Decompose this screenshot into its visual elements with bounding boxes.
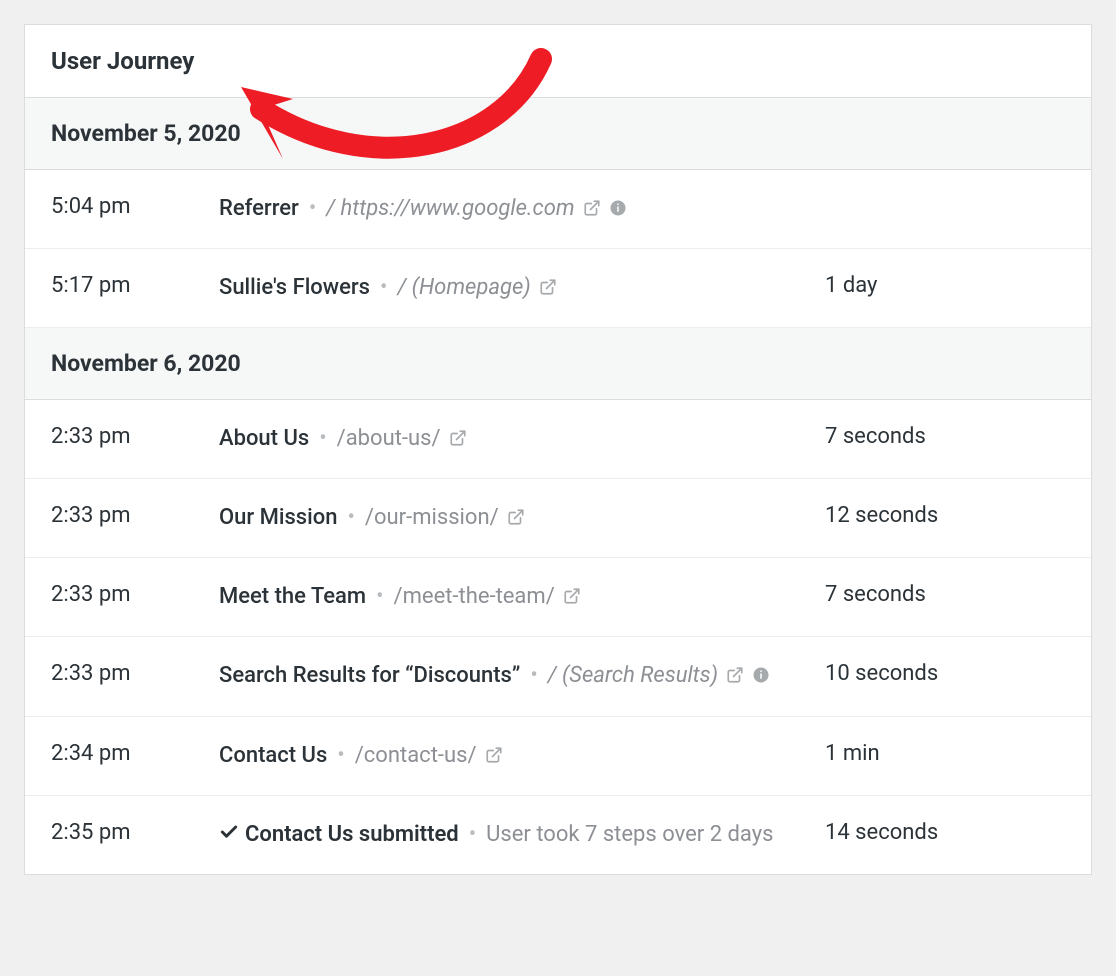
row-title: Search Results for “Discounts” <box>219 663 520 688</box>
row-duration: 14 seconds <box>825 818 1065 845</box>
row-main: Our Mission • /our-mission/ <box>219 501 825 535</box>
journey-row: 2:33 pmMeet the Team • /meet-the-team/7 se… <box>25 558 1091 637</box>
row-title: Contact Us submitted <box>245 822 459 847</box>
journey-row: 2:35 pm Contact Us submitted • User took 7 … <box>25 796 1091 874</box>
row-title: Meet the Team <box>219 584 366 609</box>
row-duration: 1 min <box>825 739 1065 766</box>
external-link-icon[interactable] <box>449 429 467 447</box>
journey-row: 2:33 pmSearch Results for “Discounts” • / … <box>25 637 1091 716</box>
row-path: /our-mission/ <box>365 505 499 530</box>
date-header: November 6, 2020 <box>25 328 1091 400</box>
row-duration: 7 seconds <box>825 422 1065 449</box>
user-journey-panel: User Journey November 5, 20205:04 pmRefe… <box>24 24 1092 875</box>
row-duration: 1 day <box>825 271 1065 298</box>
external-link-icon[interactable] <box>726 666 744 684</box>
info-icon[interactable] <box>752 666 770 684</box>
row-title: Contact Us <box>219 743 327 768</box>
journey-row: 2:33 pmAbout Us • /about-us/7 seconds <box>25 400 1091 479</box>
row-time: 2:33 pm <box>51 422 219 449</box>
row-main: Contact Us • /contact-us/ <box>219 739 825 773</box>
row-title: About Us <box>219 426 309 451</box>
row-title: Referrer <box>219 196 299 221</box>
row-main: Contact Us submitted • User took 7 steps o… <box>219 818 825 852</box>
external-link-icon[interactable] <box>563 587 581 605</box>
separator-dot: • <box>337 743 344 768</box>
row-time: 5:17 pm <box>51 271 219 298</box>
journey-row: 2:34 pmContact Us • /contact-us/1 min <box>25 717 1091 796</box>
row-main: About Us • /about-us/ <box>219 422 825 456</box>
row-path: /about-us/ <box>337 426 441 451</box>
external-link-icon[interactable] <box>539 278 557 296</box>
row-time: 2:34 pm <box>51 739 219 766</box>
check-icon <box>219 822 239 842</box>
row-time: 5:04 pm <box>51 192 219 219</box>
external-link-icon[interactable] <box>507 508 525 526</box>
row-path: / (Search Results) <box>548 663 718 688</box>
row-title: Sullie's Flowers <box>219 275 370 300</box>
row-path: / (Homepage) <box>397 275 530 300</box>
separator-dot: • <box>380 275 387 300</box>
external-link-icon[interactable] <box>583 199 601 217</box>
separator-dot: • <box>530 663 537 688</box>
row-title: Our Mission <box>219 505 337 530</box>
row-main: Sullie's Flowers • / (Homepage) <box>219 271 825 305</box>
row-time: 2:35 pm <box>51 818 219 845</box>
row-note: User took 7 steps over 2 days <box>486 822 773 847</box>
row-time: 2:33 pm <box>51 501 219 528</box>
panel-title: User Journey <box>51 47 194 75</box>
panel-header: User Journey <box>25 25 1091 98</box>
separator-dot: • <box>376 584 383 609</box>
info-icon[interactable] <box>609 199 627 217</box>
row-time: 2:33 pm <box>51 659 219 686</box>
row-path: /contact-us/ <box>355 743 477 768</box>
row-duration: 12 seconds <box>825 501 1065 528</box>
row-main: Meet the Team • /meet-the-team/ <box>219 580 825 614</box>
row-time: 2:33 pm <box>51 580 219 607</box>
external-link-icon[interactable] <box>485 746 503 764</box>
row-path: /meet-the-team/ <box>394 584 555 609</box>
journey-row: 5:04 pmReferrer • / https://www.google.com <box>25 170 1091 249</box>
row-duration <box>825 192 1065 194</box>
row-path: / https://www.google.com <box>326 196 574 221</box>
separator-dot: • <box>469 822 476 847</box>
date-header: November 5, 2020 <box>25 98 1091 170</box>
journey-row: 2:33 pmOur Mission • /our-mission/12 secon… <box>25 479 1091 558</box>
row-duration: 10 seconds <box>825 659 1065 686</box>
separator-dot: • <box>319 426 326 451</box>
journey-row: 5:17 pmSullie's Flowers • / (Homepage) 1 da… <box>25 249 1091 328</box>
separator-dot: • <box>309 196 316 221</box>
separator-dot: • <box>347 505 354 530</box>
row-duration: 7 seconds <box>825 580 1065 607</box>
row-main: Search Results for “Discounts” • / (Search… <box>219 659 825 693</box>
row-main: Referrer • / https://www.google.com <box>219 192 825 226</box>
